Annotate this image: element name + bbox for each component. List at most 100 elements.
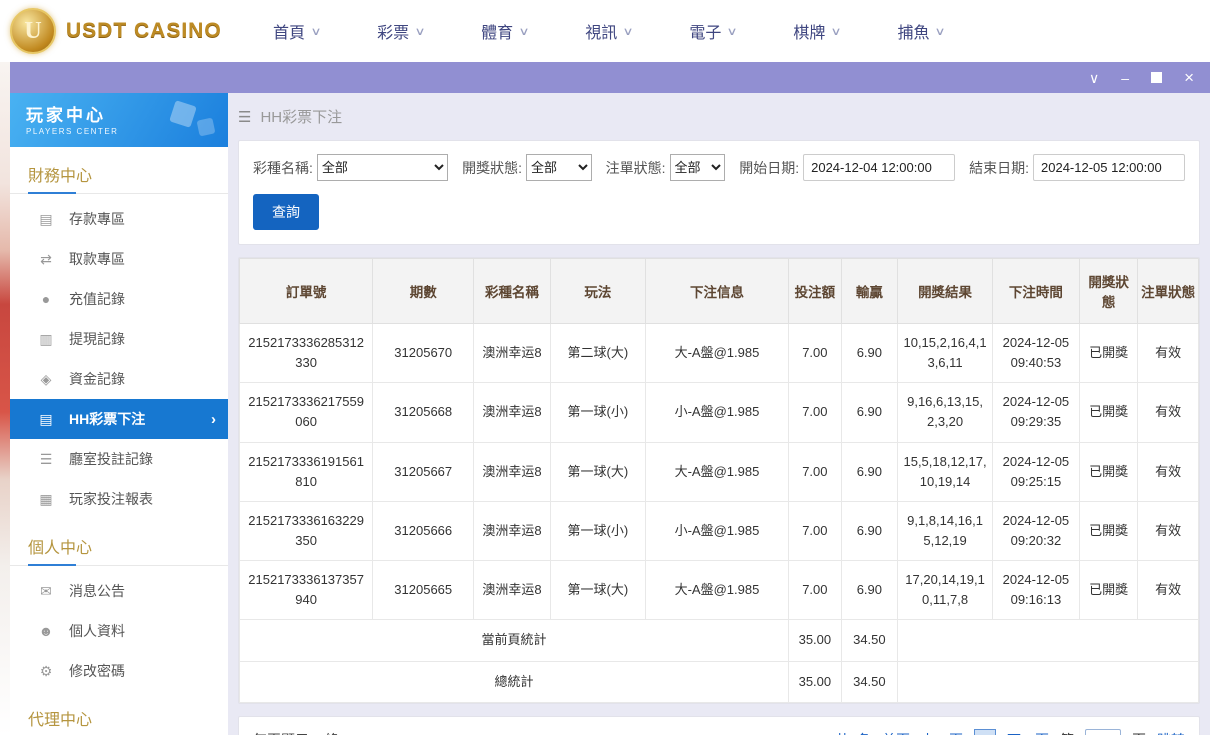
nav-item[interactable]: 捕魚 ∨ (897, 19, 947, 43)
chevron-down-icon: ∨ (934, 25, 947, 38)
window-collapse-icon[interactable]: ∨ (1089, 71, 1099, 85)
bet-table-body: 2152173336285312330 31205670 澳洲幸运8 第二球(大) 大-… (239, 322, 1199, 621)
sidebar-item-label: 廳室投註記錄 (69, 451, 153, 467)
window-titlebar: ∨ – × (10, 62, 1210, 93)
cell-lottery: 澳洲幸运8 (473, 500, 551, 562)
start-date-input[interactable] (803, 154, 956, 181)
sidebar-item[interactable]: ⚙ 修改密碼 (10, 651, 228, 691)
cell-orderstatus: 有效 (1137, 500, 1199, 562)
nav-item[interactable]: 體育 ∨ (481, 19, 530, 43)
logo[interactable]: U USDT CASINO (10, 8, 245, 54)
lottery-name-select[interactable]: 全部 (316, 154, 449, 181)
cell-order: 2152173336191561810 (239, 441, 374, 502)
page-size-text: 每頁顯示20條 (253, 730, 339, 735)
table-row: 2152173336217559060 31205668 澳洲幸运8 第一球(小) 小-… (239, 382, 1199, 443)
hamburger-icon[interactable]: ☰ (238, 108, 251, 126)
grand-total-bet: 35.00 (788, 660, 842, 703)
grand-total-label: 總統計 (239, 660, 790, 703)
sidebar-item[interactable]: ✉ 消息公告 (10, 571, 228, 611)
table-row: 2152173336191561810 31205667 澳洲幸运8 第一球(大) 大-… (239, 441, 1199, 502)
cell-drawstatus: 已開獎 (1078, 441, 1139, 502)
cell-time: 2024-12-05 09:16:13 (992, 560, 1080, 621)
column-header-amount: 投注額 (788, 258, 842, 324)
nav-item[interactable]: 彩票 ∨ (377, 19, 426, 43)
nav-item-label: 體育 (481, 25, 514, 42)
bet-table-header-row: 訂單號 期數 彩種名稱 玩法 下注信息 投注額 輸贏 開獎結果 下注時間 開獎狀態 注單狀態 (239, 258, 1199, 324)
cell-time: 2024-12-05 09:29:35 (992, 382, 1080, 443)
sidebar-item[interactable]: ◈ 資金記錄 (10, 359, 228, 399)
nav-item[interactable]: 電子 ∨ (689, 19, 739, 43)
cell-result: 17,20,14,19,10,11,7,8 (897, 560, 993, 621)
lottery-bet-icon: ▤ (39, 410, 53, 427)
deposit-icon: ▤ (39, 210, 53, 227)
window-minimize-icon[interactable]: – (1121, 71, 1129, 85)
cell-amount: 7.00 (788, 560, 842, 621)
column-header-orderstatus: 注單狀態 (1137, 258, 1199, 324)
sidebar-item[interactable]: ☻ 個人資料 (10, 611, 228, 651)
breadcrumb: ☰ HH彩票下注 (238, 93, 1200, 140)
sidebar-item[interactable]: ● 充值記錄 (10, 279, 228, 319)
nav-item-label: 視訊 (585, 25, 618, 42)
cell-amount: 7.00 (788, 441, 842, 502)
nav-item[interactable]: 視訊 ∨ (585, 19, 634, 43)
player-report-icon: ▦ (39, 490, 53, 507)
cell-play: 第一球(小) (549, 500, 646, 562)
cell-issue: 31205668 (372, 382, 475, 443)
cell-winloss: 6.90 (840, 560, 899, 621)
cell-order: 2152173336163229350 (239, 500, 374, 562)
cell-lottery: 澳洲幸运8 (473, 322, 551, 384)
sidebar-item[interactable]: ▤ 存款專區 (10, 199, 228, 239)
cell-drawstatus: 已開獎 (1078, 560, 1139, 621)
cell-lottery: 澳洲幸运8 (473, 382, 551, 443)
funds-record-icon: ◈ (40, 370, 52, 387)
cell-orderstatus: 有效 (1137, 441, 1199, 502)
draw-status-select[interactable]: 全部 (526, 154, 592, 181)
sidebar-item-label: 存款專區 (69, 211, 125, 227)
query-button[interactable]: 查詢 (253, 194, 319, 230)
column-header-issue: 期數 (372, 258, 475, 324)
column-header-play: 玩法 (549, 258, 646, 324)
window-close-icon[interactable]: × (1184, 69, 1194, 86)
nav-item-label: 捕魚 (897, 25, 930, 42)
end-date-input[interactable] (1033, 154, 1185, 181)
chevron-right-icon: › (211, 410, 216, 428)
cell-time: 2024-12-05 09:25:15 (992, 441, 1080, 502)
sidebar-item[interactable]: ▤ HH彩票下注 › (10, 399, 228, 439)
sidebar-item-label: 充值記錄 (69, 291, 125, 307)
sidebar-item-label: 資金記錄 (69, 371, 125, 387)
background-page-strip (0, 62, 10, 735)
logo-badge-icon: U (10, 8, 56, 54)
app-window: ∨ – × 玩家中心 PLAYERS CENTER 財務中心 ▤ 存款專區 ⇄ 取款專區… (10, 62, 1210, 735)
window-maximize-icon[interactable] (1151, 72, 1163, 83)
sidebar-section-title: 個人中心 (10, 519, 228, 566)
grand-total-row: 總統計 35.00 34.50 (239, 660, 1199, 703)
grand-total-empty (897, 660, 1199, 703)
order-status-select[interactable]: 全部 (669, 154, 726, 181)
next-page-link[interactable]: 下一页 (1007, 730, 1049, 735)
first-page-link[interactable]: 首页 (882, 730, 910, 735)
cell-winloss: 6.90 (840, 441, 899, 502)
change-password-icon: ⚙ (39, 662, 53, 679)
cell-play: 第一球(大) (549, 560, 646, 621)
sidebar-item[interactable]: ▦ 玩家投注報表 (10, 479, 228, 519)
sidebar-item[interactable]: ⇄ 取款專區 (10, 239, 228, 279)
cell-issue: 31205665 (372, 560, 475, 621)
sidebar-item-label: 消息公告 (69, 583, 125, 599)
current-page-indicator[interactable]: 1 (974, 728, 996, 735)
column-header-result: 開獎結果 (897, 258, 993, 324)
cell-issue: 31205666 (372, 500, 475, 562)
nav-item[interactable]: 棋牌 ∨ (793, 19, 842, 43)
players-center-card: 玩家中心 PLAYERS CENTER (10, 93, 228, 147)
sidebar-item-label: 取款專區 (69, 251, 125, 267)
chevron-down-icon: ∨ (726, 25, 739, 38)
cell-result: 9,1,8,14,16,15,12,19 (897, 500, 993, 562)
cell-amount: 7.00 (788, 322, 842, 384)
sidebar-item[interactable]: ☰ 廳室投註記錄 (10, 439, 228, 479)
sidebar-item[interactable]: ▥ 提現記錄 (10, 319, 228, 359)
page-jump-input[interactable] (1085, 728, 1121, 735)
cell-betinfo: 大-A盤@1.985 (644, 560, 790, 621)
prev-page-link[interactable]: 上一页 (921, 730, 963, 735)
jump-button[interactable]: 跳转 (1157, 730, 1185, 735)
total-count-text: 共5条 (835, 730, 871, 735)
nav-item[interactable]: 首頁 ∨ (273, 19, 322, 43)
